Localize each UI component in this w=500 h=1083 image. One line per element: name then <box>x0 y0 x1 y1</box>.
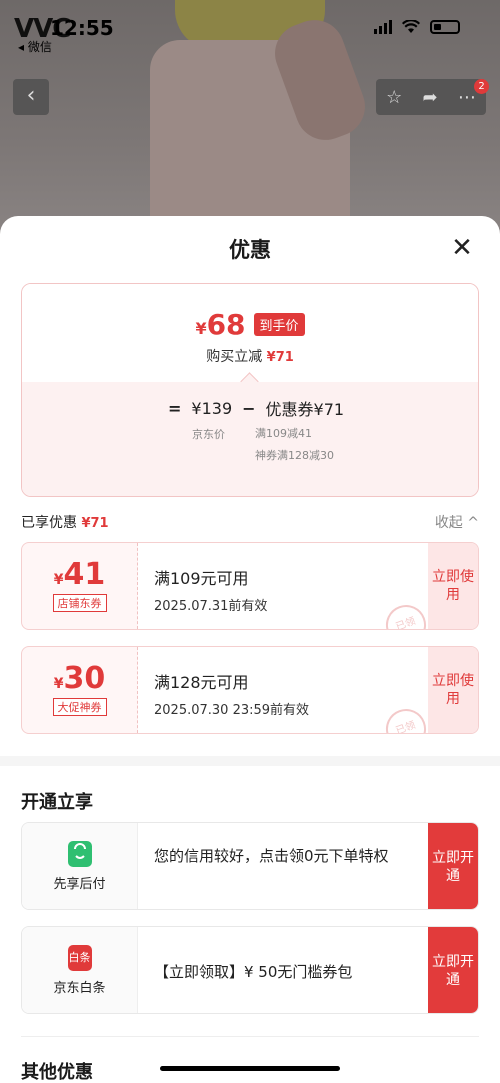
battery-icon <box>430 20 460 34</box>
claimed-stamp: 已领 <box>380 703 432 733</box>
equals-sign: = <box>168 398 182 418</box>
signal-icon <box>374 20 392 34</box>
price-breakdown: = ¥139 − 优惠券¥71 京东价 满109减41 神券满128减30 <box>22 382 478 496</box>
coupon-value: 30 <box>63 661 106 696</box>
coupon-condition: 满128元可用 <box>154 673 249 692</box>
collapse-toggle[interactable]: 收起 ^ <box>435 512 479 532</box>
status-icons <box>374 20 460 34</box>
offer-card-xianxiang: 先享后付 您的信用较好，点击领0元下单特权 立即开通 <box>21 822 479 910</box>
baitiao-icon: 白条 <box>67 945 92 971</box>
coupon-value-area: ¥41 店铺东券 <box>22 543 138 629</box>
status-time: 12:55 <box>50 16 114 40</box>
use-coupon-button[interactable]: 立即使用 <box>428 543 478 629</box>
enjoyed-value: ¥71 <box>81 516 109 531</box>
offer-brand: 先享后付 <box>22 823 138 909</box>
divider <box>21 1036 479 1037</box>
sheet-title: 优惠 <box>229 238 271 262</box>
nav-actions: ☆ ➦ ⋯ <box>376 79 486 115</box>
coupon-currency: ¥ <box>53 572 64 588</box>
offer-brand: 白条 京东白条 <box>22 927 138 1013</box>
wifi-icon <box>402 20 420 33</box>
coupon-expiry: 2025.07.31前有效 <box>154 599 268 614</box>
more-icon[interactable]: ⋯ <box>458 87 476 108</box>
final-amount: 68 <box>206 308 246 341</box>
final-price: ¥68 到手价 <box>22 308 478 341</box>
offer-text: 您的信用较好，点击领0元下单特权 <box>154 847 389 865</box>
base-price-label: 京东价 <box>192 428 225 441</box>
reduce-value: ¥71 <box>266 350 294 365</box>
open-now-button[interactable]: 立即开通 <box>428 823 478 909</box>
coupon-kind: 大促神券 <box>52 698 107 716</box>
final-price-tag: 到手价 <box>253 313 305 336</box>
base-price: ¥139 <box>191 398 233 418</box>
currency-symbol: ¥ <box>195 319 207 338</box>
discount-sheet: 优惠 ✕ ¥68 到手价 购买立减 ¥71 = ¥139 − 优惠券¥71 京东… <box>0 216 500 1083</box>
coupon-kind: 店铺东券 <box>52 594 107 612</box>
back-button[interactable]: ‹ <box>13 79 49 115</box>
coupon-info: 满109元可用 2025.07.31前有效 已领 <box>138 543 432 629</box>
coupon-info: 满128元可用 2025.07.30 23:59前有效 已领 <box>138 647 432 733</box>
bag-icon <box>67 841 92 867</box>
use-coupon-button[interactable]: 立即使用 <box>428 647 478 733</box>
coupon-value: 41 <box>63 557 106 592</box>
chevron-left-icon: ‹ <box>26 83 36 108</box>
home-indicator[interactable] <box>160 1066 340 1071</box>
coupon-card: ¥41 店铺东券 满109元可用 2025.07.31前有效 已领 立即使用 <box>21 542 479 630</box>
close-icon[interactable]: ✕ <box>448 234 476 262</box>
reduce-label: 购买立减 <box>206 349 263 365</box>
coupon-condition: 满109元可用 <box>154 569 249 588</box>
offer-name: 先享后付 <box>53 877 106 892</box>
final-price-area: ¥68 到手价 购买立减 ¥71 <box>22 284 478 382</box>
enjoyed-discount: 已享优惠 ¥71 <box>21 512 109 532</box>
other-section-title: 其他优惠 <box>21 1062 93 1083</box>
open-now-button[interactable]: 立即开通 <box>428 927 478 1013</box>
section-divider <box>0 756 500 766</box>
coupon-detail-1: 满109减41 <box>255 427 312 440</box>
offer-text: 【立即领取】¥ 50无门槛券包 <box>154 963 353 981</box>
open-section-title: 开通立享 <box>21 792 93 813</box>
coupon-value-area: ¥30 大促神券 <box>22 647 138 733</box>
back-to-app-link[interactable]: ◂ 微信 <box>18 38 52 55</box>
coupon-detail-2: 神券满128减30 <box>255 449 334 462</box>
message-badge: 2 <box>474 79 489 94</box>
claimed-stamp: 已领 <box>380 599 432 629</box>
coupon-card: ¥30 大促神券 满128元可用 2025.07.30 23:59前有效 已领 … <box>21 646 479 734</box>
price-equation: = ¥139 − 优惠券¥71 <box>168 396 344 420</box>
star-icon[interactable]: ☆ <box>386 87 402 108</box>
coupon-currency: ¥ <box>53 676 64 692</box>
share-icon[interactable]: ➦ <box>423 87 438 108</box>
coupon-total: 优惠券¥71 <box>265 400 345 419</box>
minus-sign: − <box>242 398 256 418</box>
instant-reduction: 购买立减 ¥71 <box>22 346 478 366</box>
coupon-expiry: 2025.07.30 23:59前有效 <box>154 703 310 718</box>
offer-card-baitiao: 白条 京东白条 【立即领取】¥ 50无门槛券包 立即开通 <box>21 926 479 1014</box>
status-bar: VVC 12:55 ◂ 微信 <box>0 14 500 54</box>
offer-name: 京东白条 <box>53 981 106 996</box>
enjoyed-label: 已享优惠 <box>21 515 77 531</box>
price-summary-card: ¥68 到手价 购买立减 ¥71 = ¥139 − 优惠券¥71 京东价 满10… <box>21 283 479 497</box>
